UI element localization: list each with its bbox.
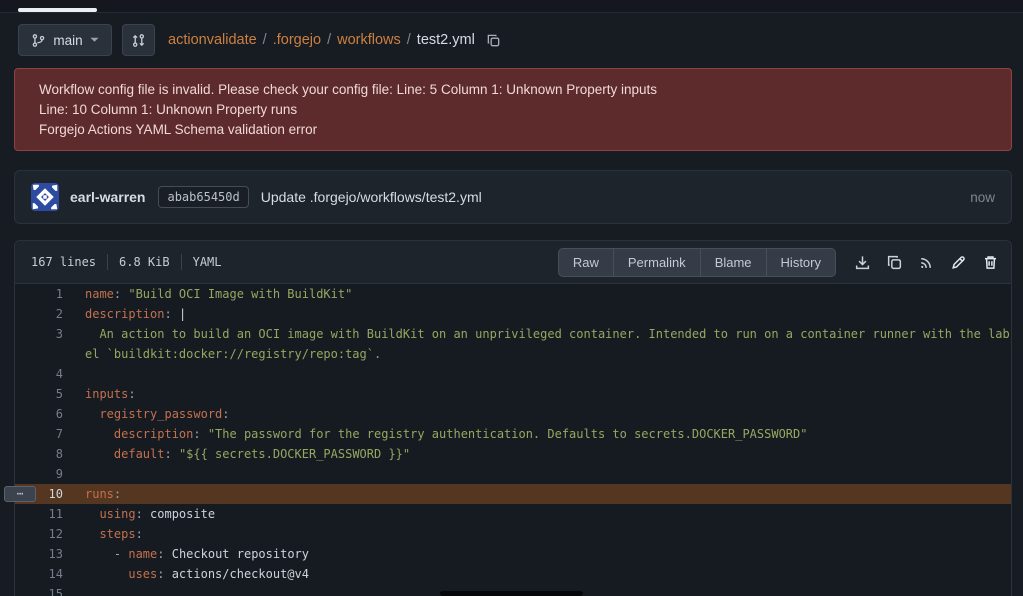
code-line-12: 12 steps: — [15, 524, 1011, 544]
code-line-13: 13 - name: Checkout repository — [15, 544, 1011, 564]
file-header: 167 lines 6.8 KiB YAML Raw Permalink Bla… — [15, 241, 1011, 284]
avatar[interactable] — [31, 183, 59, 211]
active-tab-underline — [18, 8, 97, 12]
tab-bar-bottom-strip — [0, 0, 1023, 13]
code-text: el `buildkit:docker://registry/repo:tag`… — [85, 347, 381, 361]
copy-icon[interactable] — [886, 254, 903, 271]
rss-feed-icon[interactable] — [918, 254, 935, 271]
line-number[interactable]: 15 — [15, 584, 63, 596]
history-button[interactable]: History — [766, 249, 835, 276]
code-line-7: 7 description: "The password for the reg… — [15, 424, 1011, 444]
line-number[interactable]: 12 — [15, 524, 63, 544]
code-text: An action to build an OCI image with Bui… — [85, 327, 1010, 341]
file-lines-count: 167 lines — [31, 255, 96, 269]
breadcrumb-current-file: test2.yml — [417, 32, 475, 48]
os-gesture-bar — [440, 591, 583, 596]
breadcrumb-dir-forgejo-link[interactable]: .forgejo — [273, 32, 321, 48]
breadcrumb-separator: / — [263, 32, 267, 48]
edit-pencil-icon[interactable] — [950, 254, 967, 271]
breadcrumb-dir-workflows-link[interactable]: workflows — [337, 32, 401, 48]
line-number[interactable]: 3 — [15, 324, 63, 344]
raw-button[interactable]: Raw — [559, 249, 613, 276]
line-number[interactable]: 5 — [15, 384, 63, 404]
file-action-icons — [854, 254, 999, 271]
code-text: name: "Build OCI Image with BuildKit" — [85, 287, 352, 301]
code-text: - name: Checkout repository — [85, 547, 309, 561]
code-line-14: 14 uses: actions/checkout@v4 — [15, 564, 1011, 584]
commit-time: now — [970, 190, 995, 205]
file-view-box: 167 lines 6.8 KiB YAML Raw Permalink Bla… — [14, 240, 1012, 596]
file-size: 6.8 KiB — [119, 255, 170, 269]
code-text: runs: — [85, 487, 121, 501]
code-line-wrap: el `buildkit:docker://registry/repo:tag`… — [15, 344, 1011, 364]
breadcrumb-separator: / — [407, 32, 411, 48]
file-view-button-group: Raw Permalink Blame History — [558, 248, 836, 277]
download-icon[interactable] — [854, 254, 871, 271]
line-number[interactable]: 2 — [15, 304, 63, 324]
breadcrumb: actionvalidate / .forgejo / workflows / … — [168, 32, 501, 48]
line-number[interactable]: 13 — [15, 544, 63, 564]
commit-message: Update .forgejo/workflows/test2.yml — [261, 189, 482, 205]
line-number[interactable]: 11 — [15, 504, 63, 524]
code-line-1: 1 name: "Build OCI Image with BuildKit" — [15, 284, 1011, 304]
line-number[interactable]: 14 — [15, 564, 63, 584]
error-line-1: Workflow config file is invalid. Please … — [39, 80, 987, 100]
branch-name: main — [53, 33, 82, 48]
code-line-3: 3 An action to build an OCI image with B… — [15, 324, 1011, 344]
info-divider — [107, 254, 108, 270]
code-line-10: ⋯10runs: — [15, 484, 1011, 504]
code-line-9: 9 — [15, 464, 1011, 484]
code-line-6: 6 registry_password: — [15, 404, 1011, 424]
expand-context-button[interactable]: ⋯ — [4, 486, 36, 502]
error-line-3: Forgejo Actions YAML Schema validation e… — [39, 120, 987, 140]
code-line-5: 5 inputs: — [15, 384, 1011, 404]
workflow-error-banner: Workflow config file is invalid. Please … — [14, 68, 1012, 151]
code-text: description: "The password for the regis… — [85, 427, 807, 441]
line-number[interactable]: 4 — [15, 364, 63, 384]
code-line-2: 2 description: | — [15, 304, 1011, 324]
code-text: default: "${{ secrets.DOCKER_PASSWORD }}… — [85, 447, 410, 461]
copy-path-icon[interactable] — [486, 33, 501, 48]
delete-trash-icon[interactable] — [982, 254, 999, 271]
compare-branches-button[interactable] — [122, 24, 155, 56]
commit-author[interactable]: earl-warren — [70, 189, 145, 205]
breadcrumb-separator: / — [327, 32, 331, 48]
code-text: description: | — [85, 307, 186, 321]
code-text: registry_password: — [85, 407, 230, 421]
code-text: using: composite — [85, 507, 215, 521]
chevron-down-icon — [90, 37, 99, 43]
blame-button[interactable]: Blame — [700, 249, 766, 276]
git-compare-icon — [131, 33, 146, 48]
code-text: steps: — [85, 527, 143, 541]
line-number[interactable]: 1 — [15, 284, 63, 304]
code-line-11: 11 using: composite — [15, 504, 1011, 524]
code-line-8: 8 default: "${{ secrets.DOCKER_PASSWORD … — [15, 444, 1011, 464]
permalink-button[interactable]: Permalink — [613, 249, 700, 276]
branch-selector-button[interactable]: main — [18, 24, 112, 56]
code-lines: 1 name: "Build OCI Image with BuildKit" 2 d… — [15, 284, 1011, 596]
latest-commit-box: earl-warren abab65450d Update .forgejo/w… — [14, 170, 1012, 224]
file-nav-row: main actionvalidate / .forgejo / workflo… — [18, 24, 1012, 56]
info-divider — [181, 254, 182, 270]
code-text: inputs: — [85, 387, 136, 401]
code-text: uses: actions/checkout@v4 — [85, 567, 309, 581]
breadcrumb-repo-link[interactable]: actionvalidate — [168, 32, 257, 48]
git-branch-icon — [31, 33, 46, 48]
code-line-4: 4 — [15, 364, 1011, 384]
line-number[interactable]: 6 — [15, 404, 63, 424]
line-number[interactable]: 9 — [15, 464, 63, 484]
error-line-2: Line: 10 Column 1: Unknown Property runs — [39, 100, 987, 120]
line-number[interactable]: 7 — [15, 424, 63, 444]
line-number[interactable]: 8 — [15, 444, 63, 464]
commit-sha-badge[interactable]: abab65450d — [158, 186, 248, 208]
file-info: 167 lines 6.8 KiB YAML — [31, 254, 222, 270]
file-language: YAML — [193, 255, 222, 269]
